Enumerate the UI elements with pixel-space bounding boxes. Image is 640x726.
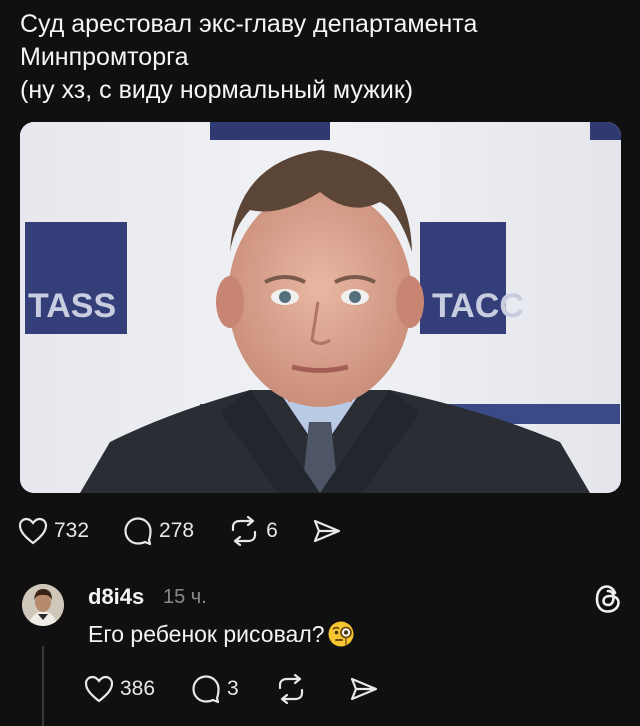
reply-comment-count: 3 [227, 677, 239, 700]
threads-logo-icon[interactable] [594, 584, 622, 614]
like-button[interactable]: 732 [18, 517, 89, 545]
post-text: Суд арестовал экс-главу департамента Мин… [20, 8, 620, 107]
repost-count: 6 [266, 519, 278, 542]
post-line: Суд арестовал экс-главу департамента [20, 10, 478, 38]
comment-count: 278 [159, 519, 195, 542]
like-count: 732 [54, 519, 90, 542]
comment-button[interactable]: 278 [123, 516, 194, 546]
reply: d8i4s 15 ч. Его ребенок рисовал? 386 3 [0, 578, 640, 726]
reply-username[interactable]: d8i4s [88, 584, 144, 610]
face-with-monocle-icon [328, 621, 354, 647]
backdrop-logo-right: TACC [432, 287, 524, 325]
share-button[interactable] [312, 518, 348, 544]
reply-time: 15 ч. [163, 586, 207, 608]
reply-text-row: Его ребенок рисовал? [88, 620, 355, 648]
backdrop-logo-left: TASS [28, 287, 116, 325]
heart-icon [18, 517, 48, 545]
post-actions: 732 278 6 [18, 513, 382, 549]
thread-line [42, 646, 44, 726]
reply-text: Его ребенок рисовал? [88, 620, 325, 647]
send-icon [350, 677, 377, 701]
reply-like-button[interactable]: 386 [84, 675, 155, 703]
send-icon [313, 519, 340, 543]
comment-bubble-icon [124, 517, 152, 546]
reply-actions: 386 3 [84, 674, 421, 704]
reply-repost-button[interactable] [275, 674, 313, 704]
heart-icon [84, 675, 114, 703]
post-photo[interactable]: TASS TACC [20, 122, 621, 493]
post-line: Минпромторга [20, 43, 189, 71]
repost-button[interactable]: 6 [228, 516, 278, 546]
repost-icon [231, 516, 257, 546]
reply-comment-button[interactable]: 3 [191, 674, 239, 704]
post-line: (ну хз, с виду нормальный мужик) [20, 76, 414, 104]
reply-share-button[interactable] [349, 676, 385, 702]
comment-bubble-icon [192, 675, 220, 704]
reply-like-count: 386 [120, 677, 156, 700]
avatar[interactable] [22, 584, 64, 626]
repost-icon [278, 674, 303, 704]
